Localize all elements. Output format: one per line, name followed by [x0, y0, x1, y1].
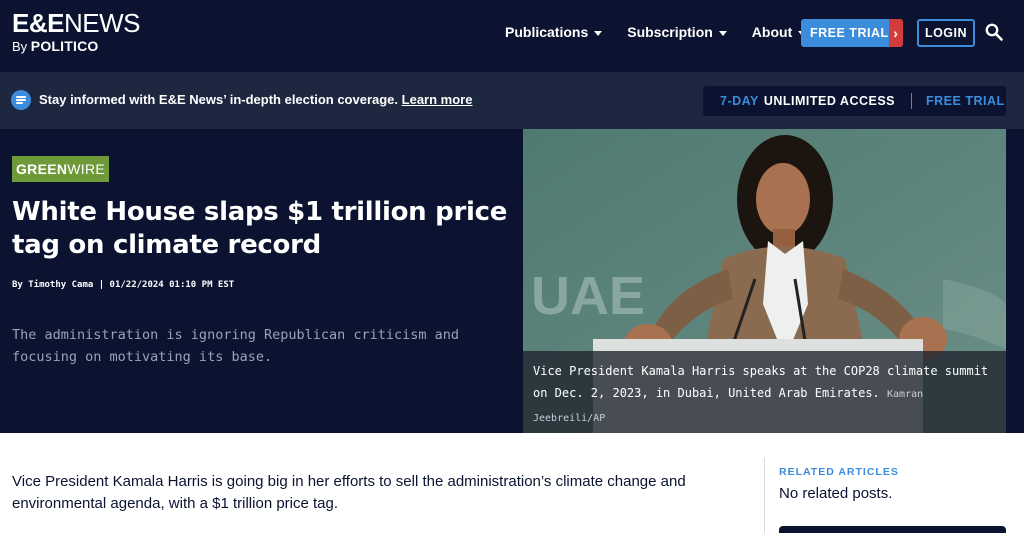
related-empty-message: No related posts. [779, 485, 893, 502]
banner-text: Stay informed with E&E News’ in-depth el… [39, 92, 399, 107]
nav-about-label: About [751, 24, 793, 40]
logo-ee: E&E [12, 8, 64, 38]
main-menu: Publications Subscription About [505, 24, 831, 40]
free-trial-button[interactable]: FREE TRIAL › [801, 19, 903, 47]
sidebar-promo-box [779, 526, 1006, 533]
article-headline: White House slaps $1 trillion price tag … [12, 197, 508, 260]
divider [911, 93, 913, 109]
section-tag-wire: WIRE [67, 161, 106, 177]
login-button[interactable]: LOGIN [917, 19, 975, 47]
article-byline: By Timothy Cama | 01/22/2024 01:10 PM ES… [12, 280, 235, 290]
free-trial-label: FREE TRIAL [810, 26, 889, 40]
nav-subscription[interactable]: Subscription [627, 24, 727, 40]
access-free-trial-link[interactable]: FREE TRIAL [926, 94, 1005, 108]
logo-by: By [12, 39, 28, 54]
access-unlimited: UNLIMITED ACCESS [763, 94, 896, 108]
photo-caption: Vice President Kamala Harris speaks at t… [523, 351, 1006, 433]
chevron-right-icon: › [888, 19, 903, 47]
logo-news: NEWS [63, 8, 141, 38]
chat-bubble-icon [11, 90, 31, 110]
ee-news-logo[interactable]: E&ENEWS By POLITICO [12, 9, 140, 54]
related-articles-heading: RELATED ARTICLES [779, 466, 899, 478]
section-tag-greenwire[interactable]: GREEN WIRE [12, 156, 109, 182]
nav-publications[interactable]: Publications [505, 24, 603, 40]
sidebar-divider [764, 458, 765, 533]
logo-politico: POLITICO [30, 38, 99, 54]
chevron-down-icon [594, 30, 603, 36]
article-lead-paragraph: Vice President Kamala Harris is going bi… [12, 473, 686, 512]
search-icon[interactable] [985, 23, 1003, 41]
nav-subscription-label: Subscription [627, 24, 713, 40]
banner-message: Stay informed with E&E News’ in-depth el… [39, 92, 472, 107]
learn-more-link[interactable]: Learn more [402, 92, 473, 107]
article-dek: The administration is ignoring Republica… [12, 327, 460, 365]
chevron-down-icon [718, 30, 727, 36]
access-seven-day: 7-DAY [720, 94, 759, 108]
photo-background-text: UAE [531, 266, 645, 326]
top-navigation: E&ENEWS By POLITICO Publications Subscri… [0, 0, 1024, 72]
unlimited-access-cta[interactable]: 7-DAY UNLIMITED ACCESS FREE TRIAL [703, 86, 1006, 116]
nav-publications-label: Publications [505, 24, 589, 40]
section-tag-green: GREEN [15, 161, 68, 177]
nav-about[interactable]: About [751, 24, 807, 40]
